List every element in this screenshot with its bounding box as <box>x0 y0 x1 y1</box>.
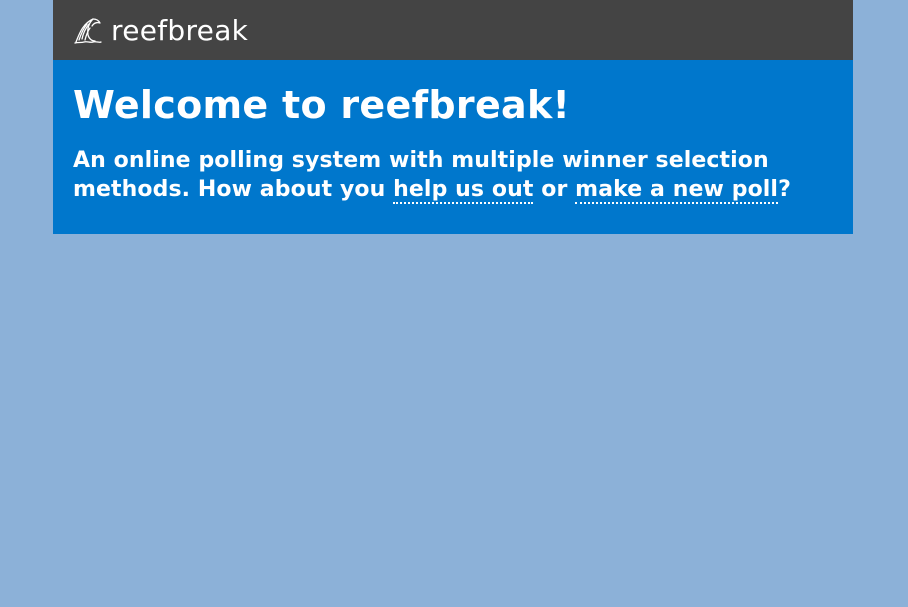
hero-description: An online polling system with multiple w… <box>73 146 833 204</box>
top-navbar: reefbreak <box>53 0 853 60</box>
help-us-out-link[interactable]: help us out <box>393 177 534 204</box>
hero-text-end: ? <box>778 177 791 202</box>
page-container: reefbreak Welcome to reefbreak! An onlin… <box>53 0 853 234</box>
hero-text-or: or <box>533 177 576 202</box>
brand-home-link[interactable]: reefbreak <box>73 14 248 47</box>
wave-icon <box>73 15 103 45</box>
welcome-hero: Welcome to reefbreak! An online polling … <box>53 60 853 234</box>
brand-name: reefbreak <box>111 13 249 47</box>
page-title: Welcome to reefbreak! <box>73 83 571 127</box>
make-new-poll-link[interactable]: make a new poll <box>575 177 779 204</box>
